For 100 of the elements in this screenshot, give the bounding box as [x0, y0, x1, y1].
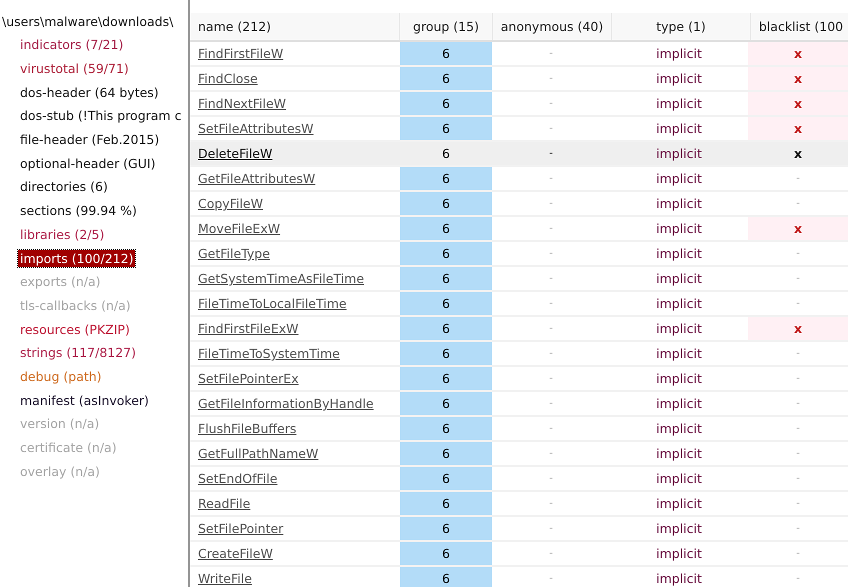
table-cell-text: x — [792, 145, 804, 163]
tree-item[interactable]: dos-stub (!This program c — [18, 107, 184, 124]
function-link[interactable]: CopyFileW — [198, 196, 263, 211]
function-link[interactable]: GetFullPathNameW — [198, 446, 318, 461]
table-cell-text: - — [795, 272, 801, 286]
table-cell-text: - — [548, 422, 554, 436]
function-link[interactable]: GetSystemTimeAsFileTime — [198, 271, 364, 286]
table-cell: 6 — [400, 392, 492, 415]
function-link[interactable]: FileTimeToLocalFileTime — [198, 296, 347, 311]
table-row[interactable]: GetSystemTimeAsFileTime 6 - implicit - — [190, 267, 848, 292]
function-link[interactable]: FindFirstFileW — [198, 46, 284, 61]
table-row[interactable]: GetFullPathNameW 6 - implicit - — [190, 442, 848, 467]
function-link[interactable]: GetFileAttributesW — [198, 171, 316, 186]
table-cell: 6 — [400, 192, 492, 215]
function-link[interactable]: FindFirstFileExW — [198, 321, 298, 336]
table-cell-text: implicit — [655, 570, 703, 587]
table-cell: 6 — [400, 42, 492, 65]
table-row[interactable]: SetFilePointerEx 6 - implicit - — [190, 367, 848, 392]
tree-item[interactable]: virustotal (59/71) — [18, 60, 131, 78]
table-row[interactable]: GetFileAttributesW 6 - implicit - — [190, 167, 848, 192]
table-cell-text: - — [548, 472, 554, 486]
table-cell-text: - — [795, 172, 801, 186]
table-row[interactable]: FindNextFileW 6 - implicit x — [190, 92, 848, 117]
tree-item[interactable]: imports (100/212) — [18, 250, 136, 267]
table-cell: 6 — [400, 217, 492, 240]
table-cell-text: - — [548, 297, 554, 311]
table-row[interactable]: WriteFile 6 - implicit - — [190, 567, 848, 587]
function-link[interactable]: SetEndOfFile — [198, 471, 278, 486]
table-row[interactable]: GetFileInformationByHandle 6 - implicit - — [190, 392, 848, 417]
column-header[interactable]: name (212) — [190, 13, 400, 40]
table-cell: 6 — [400, 367, 492, 390]
function-link[interactable]: FlushFileBuffers — [198, 421, 296, 436]
table-cell-text: implicit — [655, 170, 703, 188]
tree-item[interactable]: sections (99.94 %) — [18, 202, 139, 220]
tree-item[interactable]: file-header (Feb.2015) — [18, 131, 162, 148]
table-cell: 6 — [400, 242, 492, 265]
table-cell-text: - — [548, 447, 554, 461]
table-cell-text: implicit — [655, 495, 703, 513]
table-cell-text: - — [548, 372, 554, 386]
column-header[interactable]: anonymous (40) — [493, 13, 612, 40]
function-link[interactable]: SetFilePointerEx — [198, 371, 299, 386]
table-row[interactable]: FindFirstFileExW 6 - implicit x — [190, 317, 848, 342]
table-cell: 6 — [400, 342, 492, 365]
table-cell-text: 6 — [441, 145, 451, 163]
table-row[interactable]: ReadFile 6 - implicit - — [190, 492, 848, 517]
function-link[interactable]: GetFileType — [198, 246, 270, 261]
tree-item[interactable]: indicators (7/21) — [18, 36, 126, 54]
column-header[interactable]: type (1) — [612, 13, 751, 40]
table-row[interactable]: DeleteFileW 6 - implicit x — [190, 142, 848, 167]
table-cell-text: - — [795, 447, 801, 461]
table-cell-text: implicit — [655, 445, 703, 463]
table-cell-text: implicit — [655, 195, 703, 213]
table-cell-text: - — [795, 372, 801, 386]
function-link[interactable]: SetFilePointer — [198, 521, 284, 536]
table-row[interactable]: GetFileType 6 - implicit - — [190, 242, 848, 267]
function-link[interactable]: FindClose — [198, 71, 258, 86]
table-row[interactable]: FindClose 6 - implicit x — [190, 67, 848, 92]
file-path: \users\malware\downloads\ — [1, 13, 174, 31]
table-cell-text: - — [548, 122, 554, 136]
column-header[interactable]: blacklist (100 — [751, 13, 848, 40]
table-row[interactable]: FileTimeToSystemTime 6 - implicit - — [190, 342, 848, 367]
table-cell: 6 — [400, 467, 492, 490]
function-link[interactable]: MoveFileExW — [198, 221, 280, 236]
table-cell-text: - — [548, 147, 554, 161]
function-link[interactable]: SetFileAttributesW — [198, 121, 314, 136]
tree-item[interactable]: optional-header (GUI) — [18, 154, 158, 172]
table-cell: 6 — [400, 542, 492, 565]
table-cell-text: - — [548, 222, 554, 236]
table-row[interactable]: CopyFileW 6 - implicit - — [190, 192, 848, 217]
table-row[interactable]: MoveFileExW 6 - implicit x — [190, 217, 848, 242]
table-row[interactable]: FindFirstFileW 6 - implicit x — [190, 42, 848, 67]
table-cell: 6 — [400, 492, 492, 515]
column-header[interactable]: group (15) — [400, 13, 493, 40]
table-cell-text: - — [548, 47, 554, 61]
table-row[interactable]: FlushFileBuffers 6 - implicit - — [190, 417, 848, 442]
table-cell-text: - — [548, 72, 554, 86]
tree-item[interactable]: dos-header (64 bytes) — [18, 84, 161, 101]
tree-item[interactable]: libraries (2/5) — [18, 226, 106, 243]
tree-item[interactable]: strings (117/8127) — [18, 344, 138, 362]
table-row[interactable]: CreateFileW 6 - implicit - — [190, 542, 848, 567]
table-row[interactable]: SetEndOfFile 6 - implicit - — [190, 467, 848, 492]
function-link[interactable]: WriteFile — [198, 571, 252, 586]
tree-item[interactable]: directories (6) — [18, 178, 110, 196]
table-cell: 6 — [400, 167, 492, 190]
table-row[interactable]: SetFilePointer 6 - implicit - — [190, 517, 848, 542]
table-cell-text: - — [548, 247, 554, 261]
function-link[interactable]: DeleteFileW — [198, 146, 272, 161]
table-cell: x — [748, 117, 848, 140]
function-link[interactable]: CreateFileW — [198, 546, 273, 561]
table-cell: 6 — [400, 517, 492, 540]
table-row[interactable]: FileTimeToLocalFileTime 6 - implicit - — [190, 292, 848, 317]
table-cell: 6 — [400, 117, 492, 140]
function-link[interactable]: FileTimeToSystemTime — [198, 346, 340, 361]
table-cell-text: implicit — [655, 370, 703, 388]
table-cell-text: - — [795, 347, 801, 361]
tree-item[interactable]: resources (PKZIP) — [18, 320, 132, 338]
function-link[interactable]: FindNextFileW — [198, 96, 286, 111]
function-link[interactable]: GetFileInformationByHandle — [198, 396, 374, 411]
tree-item[interactable]: manifest (asInvoker) — [18, 392, 151, 409]
function-link[interactable]: ReadFile — [198, 496, 250, 511]
